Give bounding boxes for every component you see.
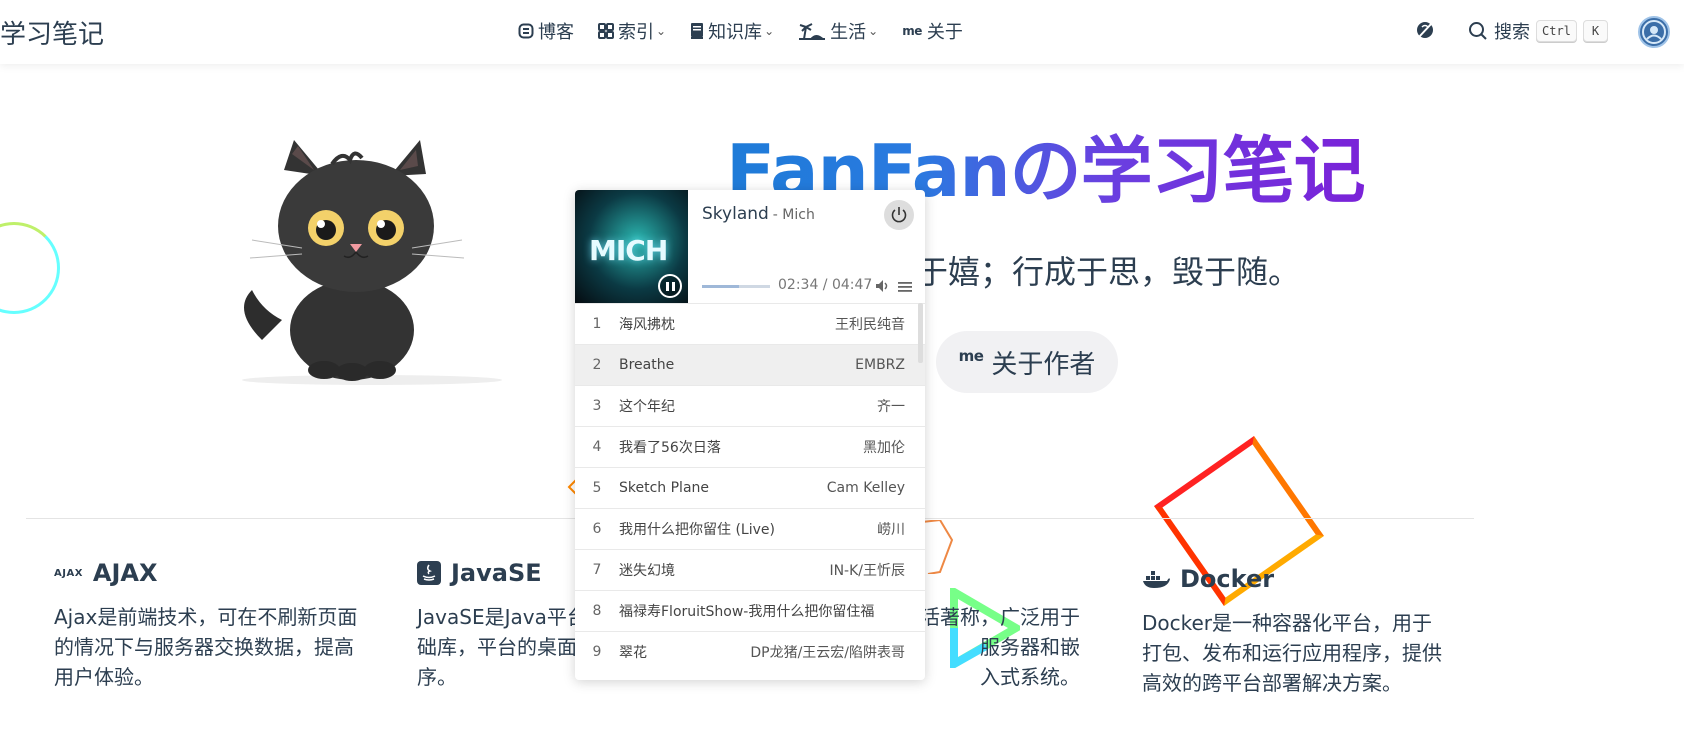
track-artist-name: Cam Kelley — [826, 480, 905, 496]
track-name: 我用什么把你留住 (Live) — [619, 522, 775, 538]
nav-item-label: 关于 — [926, 22, 963, 43]
track-artist-name: EMBRZ — [855, 357, 905, 373]
nav-item-life[interactable]: 生活 ⌄ — [798, 18, 878, 44]
nav-item-index[interactable]: 索引 ⌄ — [598, 18, 666, 44]
feature-title: Docker — [1180, 565, 1275, 593]
book-icon — [690, 22, 704, 40]
playlist-icon[interactable] — [898, 279, 912, 293]
track-number: 7 — [592, 562, 602, 578]
track-number: 4 — [592, 439, 602, 455]
feature-card-ajax[interactable]: AJAX AJAX Ajax是前端技术，可在不刷新页面的情况下与服务器交换数据，… — [54, 556, 364, 692]
theme-toggle-icon[interactable] — [1414, 19, 1438, 43]
track-name: 海风拂枕 — [619, 317, 675, 333]
site-title[interactable]: 学习笔记 — [0, 14, 104, 51]
nav-item-label: 知识库 — [708, 22, 763, 43]
playlist-row[interactable]: 3 这个年纪 齐一 — [575, 385, 925, 426]
feature-heading: AJAX AJAX — [54, 556, 364, 590]
feature-desc: Docker是一种容器化平台，用于打包、发布和运行应用程序，提供高效的跨平台部署… — [1142, 611, 1442, 695]
playlist-row[interactable]: 5 Sketch Plane Cam Kelley — [575, 467, 925, 508]
playlist-row[interactable]: 6 我用什么把你留住 (Live) 崂川 — [575, 508, 925, 549]
album-cover: MICH — [575, 190, 688, 303]
chevron-down-icon: ⌄ — [868, 24, 879, 38]
track-number: 9 — [592, 644, 602, 660]
docker-icon — [1142, 568, 1170, 590]
track-artist-name: DP龙猪/王云宏/陷阱表哥 — [750, 645, 905, 661]
track-name: 翠花 — [619, 645, 647, 661]
chevron-down-icon: ⌄ — [764, 24, 775, 38]
ajax-icon: AJAX — [54, 567, 83, 579]
me-icon: me — [958, 347, 984, 365]
chevron-down-icon: ⌄ — [656, 24, 667, 38]
track-number: 2 — [592, 357, 602, 373]
track-name: Sketch Plane — [619, 480, 710, 496]
track-number: 1 — [592, 316, 602, 332]
feature-desc: Ajax是前端技术，可在不刷新页面的情况下与服务器交换数据，提高用户体验。 — [54, 605, 358, 689]
beach-icon — [798, 21, 826, 41]
blog-icon — [518, 23, 534, 39]
feature-title: JavaSE — [451, 559, 542, 587]
cover-text: MICH — [589, 234, 668, 267]
track-name: 这个年纪 — [619, 399, 675, 415]
feature-heading: Docker — [1142, 562, 1452, 596]
track-artist-name: 黑加伦 — [863, 440, 905, 456]
me-icon: me — [902, 24, 922, 38]
track-artist-name: 王利民纯音 — [835, 317, 905, 333]
track-name: 我看了56次日落 — [619, 440, 721, 456]
track-name: 迷失幻境 — [619, 563, 675, 579]
playlist-row[interactable]: 1 海风拂枕 王利民纯音 — [575, 303, 925, 344]
track-info: Skyland - Mich — [702, 204, 815, 224]
avatar[interactable] — [1638, 16, 1670, 48]
search-button[interactable]: 搜索 Ctrl K — [1468, 18, 1609, 44]
playlist-row[interactable]: 4 我看了56次日落 黑加伦 — [575, 426, 925, 467]
decorative-circle — [0, 222, 60, 314]
playlist-row[interactable]: 9 翠花 DP龙猪/王云宏/陷阱表哥 — [575, 631, 925, 672]
nav-item-label: 生活 — [830, 22, 867, 43]
nav-item-blog[interactable]: 博客 — [518, 18, 574, 44]
playlist-row[interactable]: 8 福禄寿FloruitShow-我用什么把你留住福 — [575, 590, 925, 631]
track-name: Breathe — [619, 357, 675, 373]
track-name: 福禄寿FloruitShow-我用什么把你留住福 — [619, 604, 875, 620]
grid-icon — [598, 23, 614, 39]
playback-time: 02:34 / 04:47 — [778, 277, 873, 293]
playlist-row[interactable]: 2 Breathe EMBRZ — [575, 344, 925, 385]
track-artist-name: 齐一 — [877, 399, 905, 415]
nav-item-knowledge[interactable]: 知识库 ⌄ — [690, 18, 774, 44]
playlist-scrollbar[interactable] — [918, 303, 923, 363]
navbar: 学习笔记 博客 索引 ⌄ 知识库 ⌄ 生活 ⌄ me 关于 搜索 Ctrl K — [0, 0, 1684, 64]
track-title: Skyland — [702, 204, 769, 224]
feature-title: AJAX — [92, 559, 158, 587]
feature-card-docker[interactable]: Docker Docker是一种容器化平台，用于打包、发布和运行应用程序，提供高… — [1142, 556, 1452, 698]
playlist: 1 海风拂枕 王利民纯音 2 Breathe EMBRZ 3 这个年纪 齐一 4 我看了56次… — [575, 303, 925, 672]
search-icon — [1468, 21, 1488, 41]
track-number: 3 — [592, 398, 602, 414]
music-player: MICH Skyland - Mich 02:34 / 04:47 1 海风拂枕 王利… — [575, 190, 925, 680]
about-author-label: 关于作者 — [991, 349, 1096, 380]
track-artist-name: IN-K/王忻辰 — [829, 563, 905, 579]
power-button[interactable] — [884, 200, 914, 230]
track-number: 5 — [592, 480, 602, 496]
nav-item-label: 博客 — [538, 22, 574, 43]
nav-item-about[interactable]: me 关于 — [902, 18, 963, 44]
kbd-k: K — [1582, 20, 1609, 42]
pause-button[interactable] — [658, 274, 682, 298]
nav-links: 博客 索引 ⌄ 知识库 ⌄ 生活 ⌄ me 关于 — [518, 18, 987, 44]
track-number: 6 — [592, 521, 602, 537]
track-artist: - Mich — [772, 207, 815, 223]
about-author-button[interactable]: me 关于作者 — [936, 331, 1118, 393]
kbd-ctrl: Ctrl — [1536, 20, 1577, 42]
progress-fill — [702, 285, 739, 288]
progress-bar[interactable] — [702, 285, 770, 288]
search-label: 搜索 — [1494, 22, 1530, 43]
track-artist-name: 崂川 — [877, 522, 905, 538]
volume-icon[interactable] — [874, 278, 890, 294]
cat-illustration — [242, 140, 502, 385]
hero-tagline: 于嬉；行成于思，毁于随。 — [916, 253, 1301, 291]
track-number: 8 — [592, 603, 602, 619]
nav-item-label: 索引 — [618, 22, 654, 43]
playlist-row[interactable]: 7 迷失幻境 IN-K/王忻辰 — [575, 549, 925, 590]
java-icon — [417, 561, 441, 585]
